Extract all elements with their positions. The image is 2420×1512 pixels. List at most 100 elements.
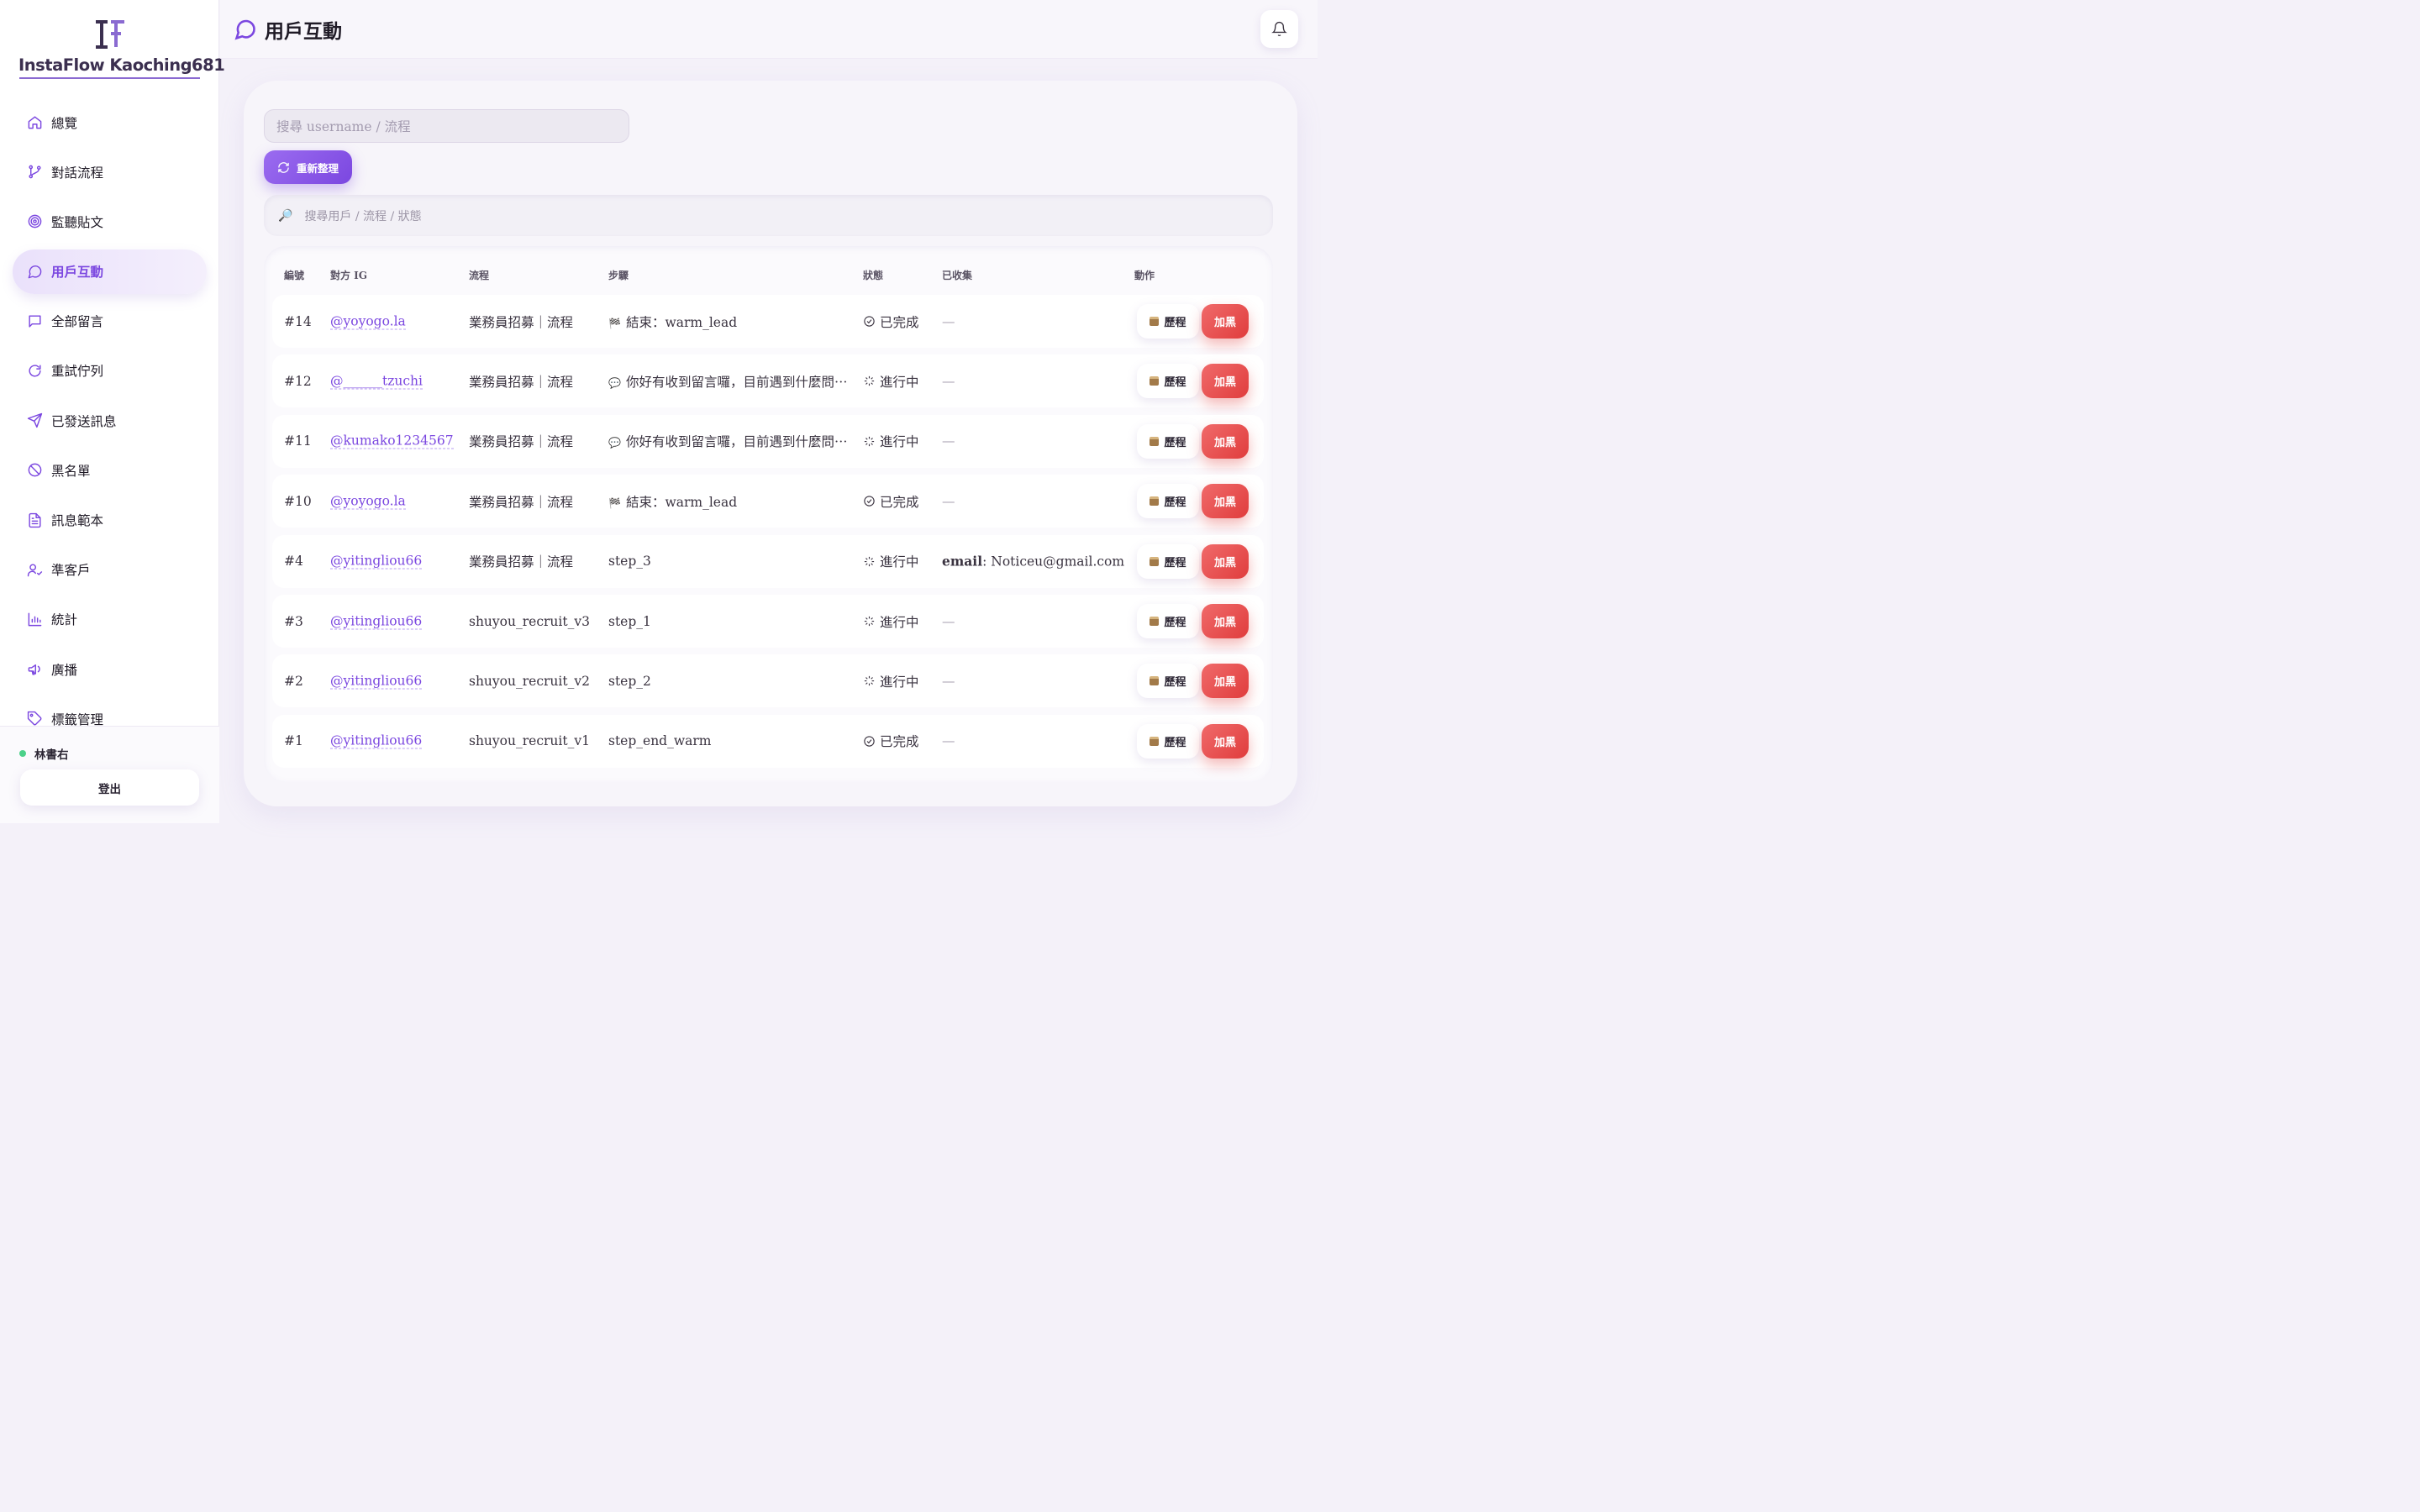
- blacklist-button[interactable]: 加黑: [1202, 664, 1249, 699]
- message-square-icon: [27, 313, 43, 329]
- flow-cell: 業務員招募｜流程: [469, 434, 574, 450]
- sidebar-item-7[interactable]: 黑名單: [13, 448, 207, 492]
- status-badge: 進行中: [863, 672, 919, 690]
- status-text: 進行中: [880, 554, 919, 570]
- history-button[interactable]: 歷程: [1137, 664, 1199, 699]
- status-text: 已完成: [880, 734, 919, 750]
- sidebar-item-1[interactable]: 對話流程: [13, 150, 207, 194]
- refresh-label: 重新整理: [296, 161, 339, 175]
- refresh-icon: [278, 161, 289, 173]
- step-text: step_1: [608, 613, 651, 629]
- ig-user-link[interactable]: @yoyogo.la: [330, 493, 406, 510]
- search-input[interactable]: 搜尋 username / 流程: [264, 109, 629, 143]
- tag-icon: [27, 711, 43, 727]
- step-icon: 💬: [608, 437, 621, 449]
- row-id: #10: [284, 493, 312, 509]
- sidebar-item-label: 總覽: [51, 115, 78, 131]
- blacklist-button[interactable]: 加黑: [1202, 543, 1249, 579]
- status-badge: 進行中: [863, 552, 919, 570]
- ig-user-link[interactable]: @yitingliou66: [330, 554, 423, 570]
- sidebar-nav: 總覽對話流程監聽貼文用戶互動全部留言重試佇列已發送訊息黑名單訊息範本準客戶統計廣…: [13, 100, 207, 746]
- history-button[interactable]: 歷程: [1137, 364, 1199, 399]
- column-header: 狀態: [863, 270, 884, 281]
- blacklist-button[interactable]: 加黑: [1202, 304, 1249, 339]
- history-button[interactable]: 歷程: [1137, 423, 1199, 459]
- bell-icon: [1271, 21, 1287, 37]
- sidebar-item-label: 用戶互動: [51, 264, 104, 281]
- row-id: #14: [284, 313, 312, 329]
- history-button[interactable]: 歷程: [1137, 723, 1199, 759]
- ig-user-link[interactable]: @yitingliou66: [330, 733, 423, 749]
- step-cell: 💬 你好有收到留言囉，目前遇到什麼問⋯: [608, 372, 847, 391]
- bar-chart-icon: [27, 612, 43, 627]
- sidebar-item-2[interactable]: 監聽貼文: [13, 199, 207, 244]
- history-label: 歷程: [1164, 436, 1186, 449]
- table-search-placeholder: 搜尋用戶 / 流程 / 狀態: [304, 209, 422, 223]
- sidebar-item-5[interactable]: 重試佇列: [13, 349, 207, 393]
- history-button[interactable]: 歷程: [1137, 604, 1199, 638]
- sidebar-item-4[interactable]: 全部留言: [13, 299, 207, 344]
- ig-user-link[interactable]: @yitingliou66: [330, 613, 423, 629]
- sidebar-item-label: 廣播: [51, 662, 78, 678]
- row-id: #2: [284, 673, 303, 689]
- blacklist-button[interactable]: 加黑: [1202, 604, 1249, 638]
- history-button[interactable]: 歷程: [1137, 484, 1199, 519]
- step-text: 你好有收到留言囉，目前遇到什麼問⋯: [625, 374, 848, 390]
- flow-cell: 業務員招募｜流程: [469, 494, 574, 510]
- sidebar-item-label: 黑名單: [51, 463, 91, 479]
- scroll-icon: [1150, 376, 1160, 386]
- blacklist-button[interactable]: 加黑: [1202, 723, 1249, 759]
- history-button[interactable]: 歷程: [1137, 543, 1199, 579]
- ig-user-link[interactable]: @______tzuchi: [330, 373, 423, 390]
- step-cell: 🏁 結束：warm_lead: [608, 492, 737, 511]
- logout-button[interactable]: 登出: [20, 769, 199, 806]
- scroll-icon: [1150, 736, 1160, 746]
- ig-user-link[interactable]: @yitingliou66: [330, 673, 423, 690]
- history-label: 歷程: [1164, 617, 1186, 629]
- row-id: #11: [284, 433, 312, 449]
- ig-user-link[interactable]: @yoyogo.la: [330, 313, 406, 329]
- flow-cell: 業務員招募｜流程: [469, 554, 574, 570]
- step-cell: step_2: [608, 674, 651, 689]
- sidebar-item-3[interactable]: 用戶互動: [13, 249, 207, 294]
- step-icon: 🏁: [608, 496, 621, 509]
- sidebar-item-10[interactable]: 統計: [13, 597, 207, 642]
- status-text: 進行中: [880, 434, 919, 450]
- row-id: #12: [284, 373, 312, 389]
- history-button[interactable]: 歷程: [1137, 304, 1199, 339]
- column-header: 已收集: [942, 270, 973, 281]
- ig-user-link[interactable]: @kumako1234567: [330, 433, 454, 449]
- history-label: 歷程: [1164, 736, 1186, 749]
- status-badge: 進行中: [863, 612, 919, 631]
- sidebar-item-label: 訊息範本: [51, 513, 104, 528]
- collected-cell: —: [942, 313, 955, 329]
- sidebar-item-11[interactable]: 廣播: [13, 647, 207, 691]
- table-row: #1 @yitingliou66 shuyou_recruit_v1 step_end…: [272, 714, 1264, 768]
- sidebar-item-label: 已發送訊息: [51, 413, 117, 429]
- loader-icon: [864, 676, 875, 686]
- check-circle-icon: [864, 496, 875, 507]
- collected-cell: —: [942, 373, 955, 389]
- chat-bubble-icon: [27, 264, 43, 280]
- sidebar-item-0[interactable]: 總覽: [13, 100, 207, 144]
- row-id: #4: [284, 554, 303, 570]
- table-row: #14 @yoyogo.la 業務員招募｜流程 🏁 結束：warm_lead 已完成 — 歷程…: [272, 295, 1264, 348]
- target-icon: [27, 213, 43, 229]
- search-icon: 🔎: [278, 208, 293, 223]
- table-header: 編號 對方 IG 流程 步驟 狀態 已收集 動作: [264, 265, 1273, 281]
- notifications-button[interactable]: [1260, 10, 1298, 48]
- table-row: #12 @______tzuchi 業務員招募｜流程 💬 你好有收到留言囉，目前遇到什麼…: [272, 354, 1264, 408]
- column-header: 動作: [1134, 270, 1155, 281]
- sidebar-item-label: 統計: [51, 612, 78, 628]
- brand-logo[interactable]: InstaFlow Kaoching681: [17, 18, 225, 81]
- blacklist-button[interactable]: 加黑: [1202, 364, 1249, 399]
- history-label: 歷程: [1164, 676, 1186, 690]
- sidebar-item-8[interactable]: 訊息範本: [13, 498, 207, 543]
- sidebar-item-9[interactable]: 準客戶: [13, 548, 207, 592]
- table-search-input[interactable]: 🔎 搜尋用戶 / 流程 / 狀態: [264, 195, 1273, 236]
- current-user: 林書右: [19, 745, 69, 762]
- blacklist-button[interactable]: 加黑: [1202, 484, 1249, 519]
- blacklist-button[interactable]: 加黑: [1202, 423, 1249, 459]
- sidebar-item-6[interactable]: 已發送訊息: [13, 398, 207, 443]
- refresh-button[interactable]: 重新整理: [264, 150, 352, 184]
